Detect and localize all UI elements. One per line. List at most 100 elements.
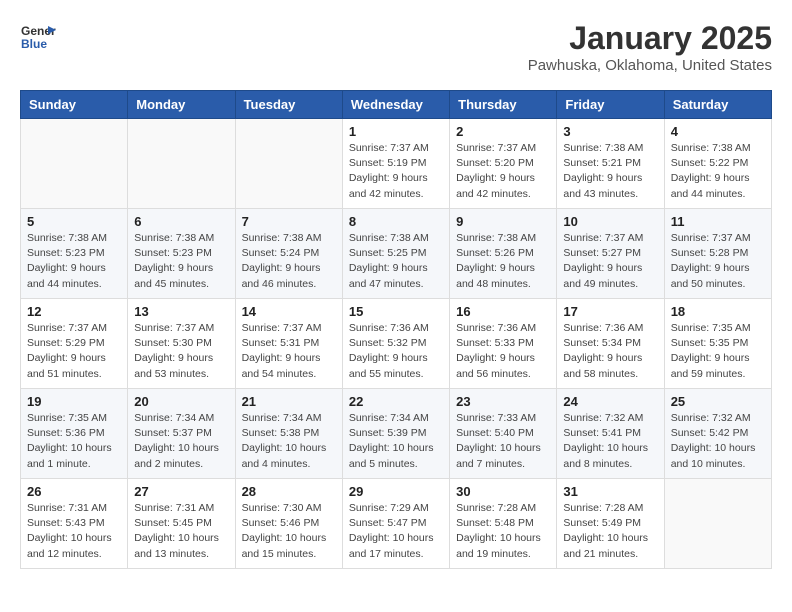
calendar-cell <box>21 119 128 209</box>
day-number: 28 <box>242 484 336 499</box>
day-number: 17 <box>563 304 657 319</box>
day-info: Sunrise: 7:29 AM Sunset: 5:47 PM Dayligh… <box>349 501 443 562</box>
calendar-week-row: 26Sunrise: 7:31 AM Sunset: 5:43 PM Dayli… <box>21 479 772 569</box>
svg-text:Blue: Blue <box>21 37 47 51</box>
day-info: Sunrise: 7:32 AM Sunset: 5:41 PM Dayligh… <box>563 411 657 472</box>
day-info: Sunrise: 7:36 AM Sunset: 5:33 PM Dayligh… <box>456 321 550 382</box>
calendar-cell: 24 Sunrise: 7:32 AM Sunset: 5:41 PM Dayli… <box>557 389 664 479</box>
day-number: 4 <box>671 124 765 139</box>
calendar-week-row: 5 Sunrise: 7:38 AM Sunset: 5:23 PM Daylig… <box>21 209 772 299</box>
day-number: 5 <box>27 214 121 229</box>
calendar-cell: 7Sunrise: 7:38 AM Sunset: 5:24 PM Daylig… <box>235 209 342 299</box>
day-number: 8 <box>349 214 443 229</box>
page-header: General Blue January 2025 Pawhuska, Okla… <box>20 20 772 74</box>
calendar-cell <box>664 479 771 569</box>
day-info: Sunrise: 7:31 AM Sunset: 5:45 PM Dayligh… <box>134 501 228 562</box>
day-number: 24 <box>563 394 657 409</box>
day-info: Sunrise: 7:36 AM Sunset: 5:32 PM Dayligh… <box>349 321 443 382</box>
day-info: Sunrise: 7:37 AM Sunset: 5:27 PM Dayligh… <box>563 231 657 292</box>
calendar-cell: 10Sunrise: 7:37 AM Sunset: 5:27 PM Dayli… <box>557 209 664 299</box>
day-number: 1 <box>349 124 443 139</box>
calendar-cell: 9 Sunrise: 7:38 AM Sunset: 5:26 PM Daylig… <box>450 209 557 299</box>
day-info: Sunrise: 7:38 AM Sunset: 5:23 PM Dayligh… <box>134 231 228 292</box>
day-number: 13 <box>134 304 228 319</box>
logo-icon: General Blue <box>20 20 56 56</box>
day-info: Sunrise: 7:37 AM Sunset: 5:28 PM Dayligh… <box>671 231 765 292</box>
weekday-header-wednesday: Wednesday <box>342 91 449 119</box>
weekday-header-tuesday: Tuesday <box>235 91 342 119</box>
day-info: Sunrise: 7:35 AM Sunset: 5:36 PM Dayligh… <box>27 411 121 472</box>
day-info: Sunrise: 7:38 AM Sunset: 5:23 PM Dayligh… <box>27 231 121 292</box>
day-number: 2 <box>456 124 550 139</box>
day-number: 30 <box>456 484 550 499</box>
calendar-cell: 4 Sunrise: 7:38 AM Sunset: 5:22 PM Daylig… <box>664 119 771 209</box>
day-info: Sunrise: 7:34 AM Sunset: 5:37 PM Dayligh… <box>134 411 228 472</box>
calendar-week-row: 19Sunrise: 7:35 AM Sunset: 5:36 PM Dayli… <box>21 389 772 479</box>
day-info: Sunrise: 7:33 AM Sunset: 5:40 PM Dayligh… <box>456 411 550 472</box>
calendar-cell: 8 Sunrise: 7:38 AM Sunset: 5:25 PM Daylig… <box>342 209 449 299</box>
day-info: Sunrise: 7:35 AM Sunset: 5:35 PM Dayligh… <box>671 321 765 382</box>
weekday-header-monday: Monday <box>128 91 235 119</box>
calendar-cell: 12 Sunrise: 7:37 AM Sunset: 5:29 PM Dayli… <box>21 299 128 389</box>
calendar-cell: 29 Sunrise: 7:29 AM Sunset: 5:47 PM Dayli… <box>342 479 449 569</box>
day-info: Sunrise: 7:38 AM Sunset: 5:22 PM Dayligh… <box>671 141 765 202</box>
calendar-week-row: 12 Sunrise: 7:37 AM Sunset: 5:29 PM Dayli… <box>21 299 772 389</box>
day-info: Sunrise: 7:37 AM Sunset: 5:29 PM Dayligh… <box>27 321 121 382</box>
calendar-location: Pawhuska, Oklahoma, United States <box>528 57 772 74</box>
calendar-cell <box>128 119 235 209</box>
day-number: 18 <box>671 304 765 319</box>
day-number: 20 <box>134 394 228 409</box>
calendar-cell: 16 Sunrise: 7:36 AM Sunset: 5:33 PM Dayli… <box>450 299 557 389</box>
calendar-week-row: 1Sunrise: 7:37 AM Sunset: 5:19 PM Daylig… <box>21 119 772 209</box>
calendar-cell: 25Sunrise: 7:32 AM Sunset: 5:42 PM Dayli… <box>664 389 771 479</box>
title-block: January 2025 Pawhuska, Oklahoma, United … <box>528 20 772 74</box>
day-info: Sunrise: 7:37 AM Sunset: 5:30 PM Dayligh… <box>134 321 228 382</box>
calendar-cell: 26Sunrise: 7:31 AM Sunset: 5:43 PM Dayli… <box>21 479 128 569</box>
day-info: Sunrise: 7:36 AM Sunset: 5:34 PM Dayligh… <box>563 321 657 382</box>
calendar-cell: 17 Sunrise: 7:36 AM Sunset: 5:34 PM Dayli… <box>557 299 664 389</box>
day-info: Sunrise: 7:38 AM Sunset: 5:25 PM Dayligh… <box>349 231 443 292</box>
calendar-cell: 15 Sunrise: 7:36 AM Sunset: 5:32 PM Dayli… <box>342 299 449 389</box>
day-info: Sunrise: 7:28 AM Sunset: 5:48 PM Dayligh… <box>456 501 550 562</box>
day-number: 23 <box>456 394 550 409</box>
calendar-cell: 21Sunrise: 7:34 AM Sunset: 5:38 PM Dayli… <box>235 389 342 479</box>
day-number: 6 <box>134 214 228 229</box>
day-info: Sunrise: 7:34 AM Sunset: 5:39 PM Dayligh… <box>349 411 443 472</box>
day-number: 16 <box>456 304 550 319</box>
calendar-table: SundayMondayTuesdayWednesdayThursdayFrid… <box>20 90 772 569</box>
day-number: 15 <box>349 304 443 319</box>
day-number: 9 <box>456 214 550 229</box>
calendar-cell: 3Sunrise: 7:38 AM Sunset: 5:21 PM Daylig… <box>557 119 664 209</box>
calendar-cell: 27 Sunrise: 7:31 AM Sunset: 5:45 PM Dayli… <box>128 479 235 569</box>
day-number: 29 <box>349 484 443 499</box>
calendar-cell: 20 Sunrise: 7:34 AM Sunset: 5:37 PM Dayli… <box>128 389 235 479</box>
calendar-cell: 2 Sunrise: 7:37 AM Sunset: 5:20 PM Daylig… <box>450 119 557 209</box>
calendar-cell: 28 Sunrise: 7:30 AM Sunset: 5:46 PM Dayli… <box>235 479 342 569</box>
calendar-cell: 13 Sunrise: 7:37 AM Sunset: 5:30 PM Dayli… <box>128 299 235 389</box>
calendar-cell: 11Sunrise: 7:37 AM Sunset: 5:28 PM Dayli… <box>664 209 771 299</box>
calendar-cell: 23 Sunrise: 7:33 AM Sunset: 5:40 PM Dayli… <box>450 389 557 479</box>
weekday-header-friday: Friday <box>557 91 664 119</box>
calendar-cell: 30 Sunrise: 7:28 AM Sunset: 5:48 PM Dayli… <box>450 479 557 569</box>
day-number: 31 <box>563 484 657 499</box>
calendar-cell: 6 Sunrise: 7:38 AM Sunset: 5:23 PM Daylig… <box>128 209 235 299</box>
day-number: 26 <box>27 484 121 499</box>
day-number: 14 <box>242 304 336 319</box>
weekday-header-thursday: Thursday <box>450 91 557 119</box>
day-info: Sunrise: 7:28 AM Sunset: 5:49 PM Dayligh… <box>563 501 657 562</box>
day-number: 25 <box>671 394 765 409</box>
day-number: 12 <box>27 304 121 319</box>
weekday-header-saturday: Saturday <box>664 91 771 119</box>
day-number: 27 <box>134 484 228 499</box>
day-info: Sunrise: 7:38 AM Sunset: 5:24 PM Dayligh… <box>242 231 336 292</box>
day-info: Sunrise: 7:34 AM Sunset: 5:38 PM Dayligh… <box>242 411 336 472</box>
day-info: Sunrise: 7:37 AM Sunset: 5:31 PM Dayligh… <box>242 321 336 382</box>
day-number: 22 <box>349 394 443 409</box>
calendar-cell: 22 Sunrise: 7:34 AM Sunset: 5:39 PM Dayli… <box>342 389 449 479</box>
day-info: Sunrise: 7:37 AM Sunset: 5:20 PM Dayligh… <box>456 141 550 202</box>
calendar-cell: 1Sunrise: 7:37 AM Sunset: 5:19 PM Daylig… <box>342 119 449 209</box>
day-info: Sunrise: 7:38 AM Sunset: 5:26 PM Dayligh… <box>456 231 550 292</box>
weekday-header-row: SundayMondayTuesdayWednesdayThursdayFrid… <box>21 91 772 119</box>
day-info: Sunrise: 7:30 AM Sunset: 5:46 PM Dayligh… <box>242 501 336 562</box>
logo: General Blue <box>20 20 56 56</box>
